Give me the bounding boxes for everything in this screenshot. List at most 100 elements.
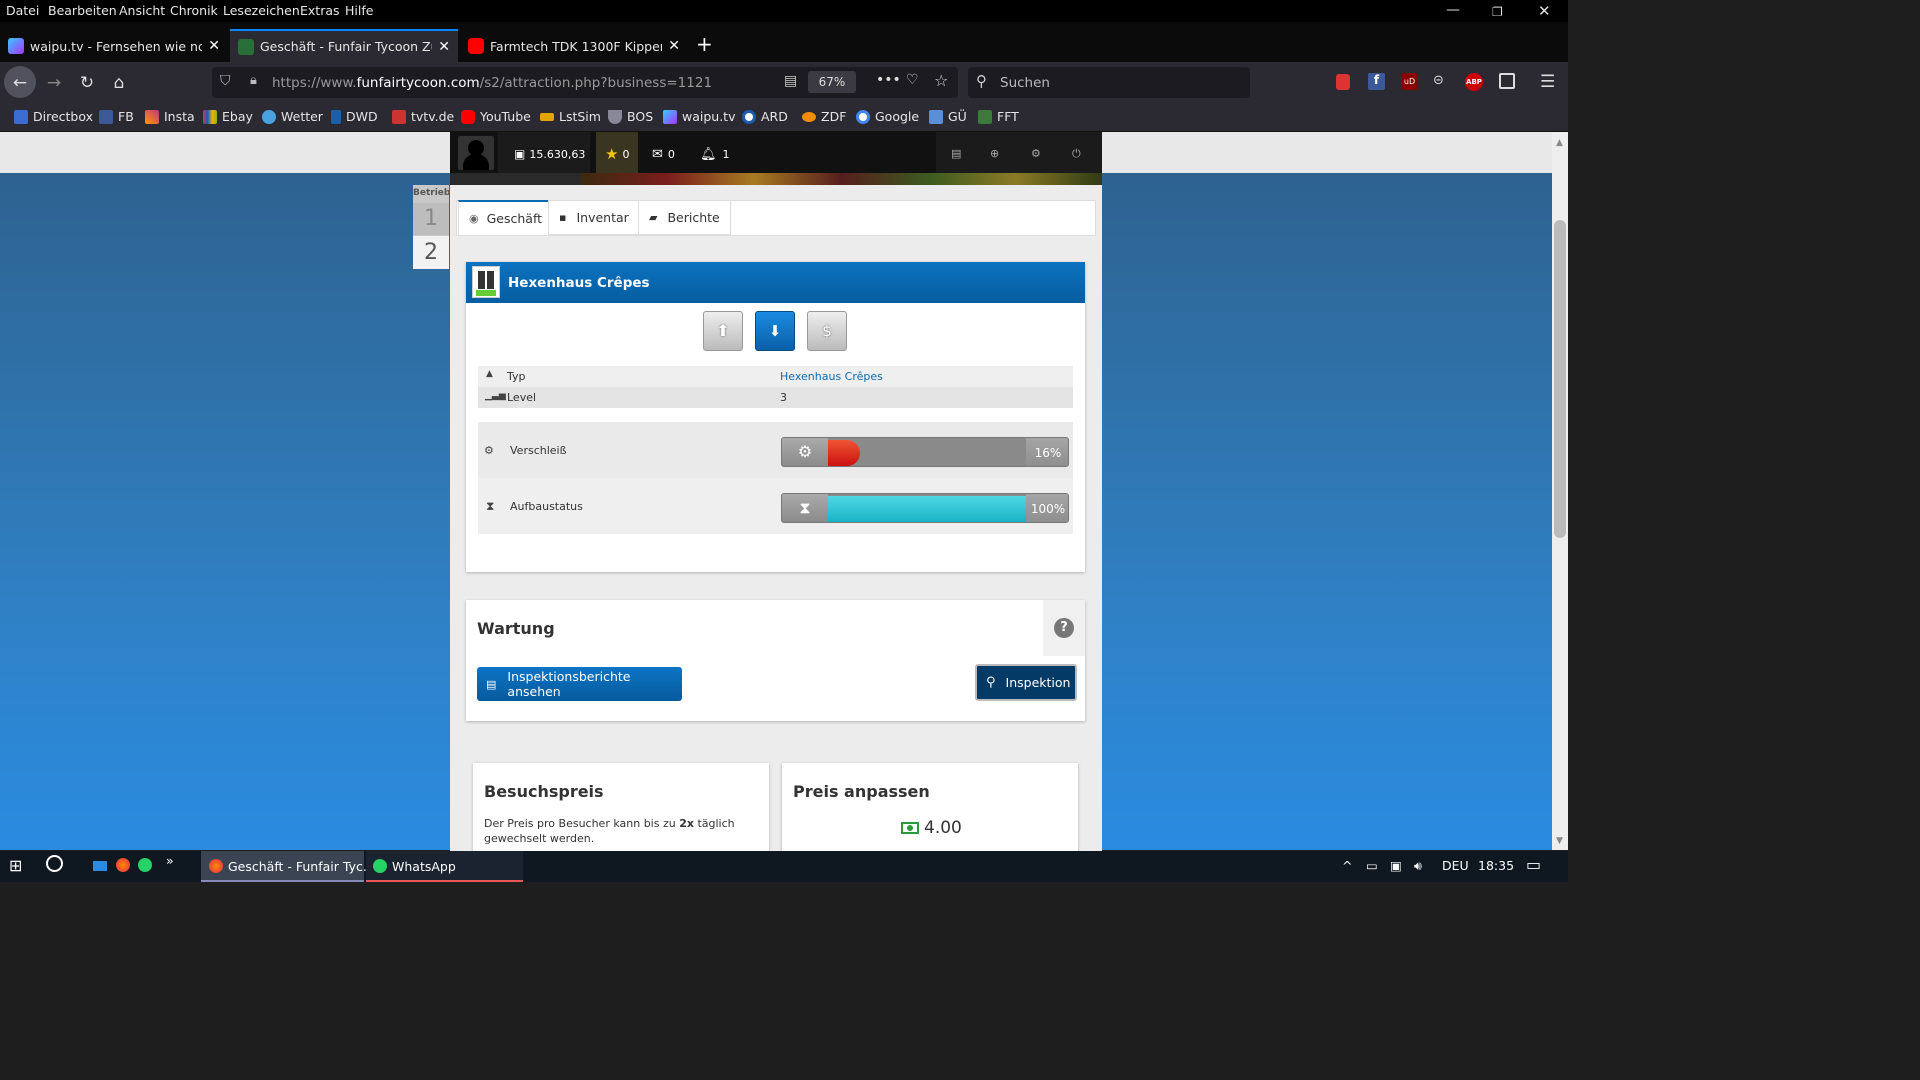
bookmark-tvtv[interactable]: tvtv.de (392, 109, 454, 124)
mail-icon[interactable] (93, 861, 107, 871)
close-tab-icon[interactable]: ✕ (438, 39, 450, 55)
bookmark-ard[interactable]: ARD (742, 109, 788, 124)
bookmark-zdf[interactable]: ZDF (802, 109, 846, 124)
tray-chevron-icon[interactable]: ^ (1342, 858, 1352, 873)
tab-inventar[interactable]: ▪ Inventar (548, 200, 640, 235)
signal-bars-icon: ▁▃▅ (485, 391, 506, 401)
bookmark-youtube[interactable]: YouTube (461, 109, 531, 124)
bookmark-fft[interactable]: FFT (978, 109, 1019, 124)
menu-datei[interactable]: Datei (6, 3, 39, 18)
extension-lock-icon[interactable] (1336, 74, 1350, 90)
cortana-icon[interactable] (46, 855, 63, 872)
extension-cc-icon[interactable]: ⊝ (1433, 73, 1444, 88)
bookmark-dwd[interactable]: DWD (331, 109, 378, 124)
messages-display[interactable]: ✉ 0 (652, 147, 675, 162)
upload-button[interactable]: ⬆ (703, 311, 743, 351)
bookmark-fb[interactable]: FB (99, 109, 134, 124)
document-icon[interactable]: ▤ (951, 147, 961, 160)
menu-bearbeiten[interactable]: Bearbeiten (48, 3, 117, 18)
download-button[interactable]: ⬇ (755, 311, 795, 351)
level-label: Level (507, 391, 537, 404)
business-item-2[interactable]: 2 (413, 236, 449, 269)
bookmark-label: ZDF (821, 109, 847, 124)
bookmark-lstsim[interactable]: LstSim (540, 109, 601, 124)
bookmark-gue[interactable]: GÜ (929, 109, 967, 124)
volume-icon[interactable]: 🔊︎ (1414, 858, 1422, 874)
pocket-icon[interactable]: ♡ (906, 72, 919, 88)
power-icon[interactable]: ⏻ (1072, 147, 1081, 161)
hamburger-menu-icon[interactable]: ☰ (1540, 72, 1555, 92)
clock[interactable]: 18:35 (1478, 858, 1514, 873)
hourglass-icon: ⧗ (486, 499, 495, 513)
bookmark-star-icon[interactable]: ☆ (934, 71, 948, 90)
scroll-up-icon[interactable]: ▲ (1556, 138, 1563, 148)
forward-icon[interactable]: → (41, 70, 67, 96)
business-title: Hexenhaus Crêpes (508, 275, 650, 291)
page-scrollbar[interactable]: ▲ ▼ (1552, 132, 1568, 850)
scrollbar-thumb[interactable] (1554, 220, 1566, 538)
stars-display[interactable]: ★ 0 (605, 145, 629, 163)
bookmark-bos[interactable]: BOS (608, 109, 653, 124)
battery-icon[interactable]: ▭ (1366, 858, 1378, 873)
menu-chronik[interactable]: Chronik (170, 3, 218, 18)
url-bar[interactable]: ⛉ 🔒︎ https://www.funfairtycoon.com/s2/at… (212, 67, 958, 98)
bookmark-waipu[interactable]: waipu.tv (663, 109, 736, 124)
tab-berichte[interactable]: ▰ Berichte (638, 200, 731, 235)
adblock-plus-icon[interactable]: ABP (1465, 73, 1483, 91)
language-indicator[interactable]: DEU (1442, 858, 1469, 873)
tab-funfair[interactable]: Geschäft - Funfair Tycoon Zuck ✕ (230, 29, 458, 62)
windows-start-icon[interactable]: ⊞ (9, 856, 22, 875)
bookmark-label: tvtv.de (411, 109, 455, 124)
menu-hilfe[interactable]: Hilfe (345, 3, 373, 18)
bookmark-insta[interactable]: Insta (145, 109, 195, 124)
scroll-down-icon[interactable]: ▼ (1556, 836, 1563, 846)
facebook-extension-icon[interactable]: f (1368, 73, 1385, 90)
money-display[interactable]: ▣ 15.630,63 (514, 147, 585, 161)
taskbar-app-whatsapp[interactable]: WhatsApp (366, 851, 523, 882)
avatar[interactable] (458, 136, 494, 170)
menu-ansicht[interactable]: Ansicht (119, 3, 165, 18)
restore-icon[interactable]: ❐ (1492, 5, 1503, 19)
bookmark-directbox[interactable]: Directbox (14, 109, 93, 124)
back-icon[interactable]: ← (7, 70, 33, 96)
tab-waipu[interactable]: waipu.tv - Fernsehen wie noch ✕ (0, 30, 228, 62)
help-icon[interactable]: ? (1054, 618, 1074, 638)
bookmark-wetter[interactable]: Wetter (262, 109, 323, 124)
zoom-indicator[interactable]: 67% (808, 71, 856, 93)
close-window-icon[interactable]: ✕ (1538, 2, 1551, 20)
bookmark-label: FFT (997, 109, 1019, 124)
sell-button[interactable]: $ (807, 311, 847, 351)
tab-youtube[interactable]: Farmtech TDK 1300F Kipper m ✕ (460, 30, 688, 62)
menu-lesezeichen[interactable]: Lesezeichen (223, 3, 300, 18)
new-tab-icon[interactable]: + (696, 32, 713, 56)
network-icon[interactable]: ▣ (1390, 858, 1402, 873)
firefox-icon[interactable] (116, 858, 130, 872)
overflow-chevron-icon[interactable]: » (166, 853, 174, 868)
type-value-link[interactable]: Hexenhaus Crêpes (780, 370, 883, 383)
close-tab-icon[interactable]: ✕ (208, 38, 220, 54)
whatsapp-icon[interactable] (138, 858, 152, 872)
notifications-display[interactable]: 🔔︎ 1 (700, 147, 730, 162)
ublock-icon[interactable]: uD (1401, 73, 1418, 90)
taskbar-app-firefox[interactable]: Geschäft - Funfair Tyc... (201, 851, 375, 882)
settings-icon[interactable]: ⚙ (1031, 147, 1041, 160)
more-icon[interactable]: ••• (876, 72, 901, 88)
tab-geschaeft[interactable]: ◉ Geschäft (458, 200, 554, 235)
bookmark-ebay[interactable]: Ebay (203, 109, 253, 124)
search-bar[interactable]: ⚲ Suchen (968, 67, 1250, 98)
minimize-icon[interactable]: — (1446, 2, 1460, 18)
extension-box-icon[interactable] (1499, 73, 1515, 89)
reader-view-icon[interactable]: ▤ (784, 73, 797, 89)
bookmark-google[interactable]: Google (856, 109, 919, 124)
reload-icon[interactable]: ↻ (74, 70, 100, 96)
url-text[interactable]: https://www.funfairtycoon.com/s2/attract… (272, 75, 712, 91)
whatsapp-icon (373, 859, 387, 873)
notification-center-icon[interactable]: ▭ (1526, 855, 1541, 874)
globe-icon[interactable]: ⊕ (990, 147, 999, 160)
close-tab-icon[interactable]: ✕ (668, 38, 680, 54)
inspection-reports-button[interactable]: ▤ Inspektionsberichte ansehen (477, 667, 682, 701)
business-item-1[interactable]: 1 (413, 203, 449, 235)
menu-extras[interactable]: Extras (300, 3, 340, 18)
home-icon[interactable]: ⌂ (106, 70, 132, 96)
inspection-button[interactable]: ⚲ Inspektion (975, 664, 1077, 701)
